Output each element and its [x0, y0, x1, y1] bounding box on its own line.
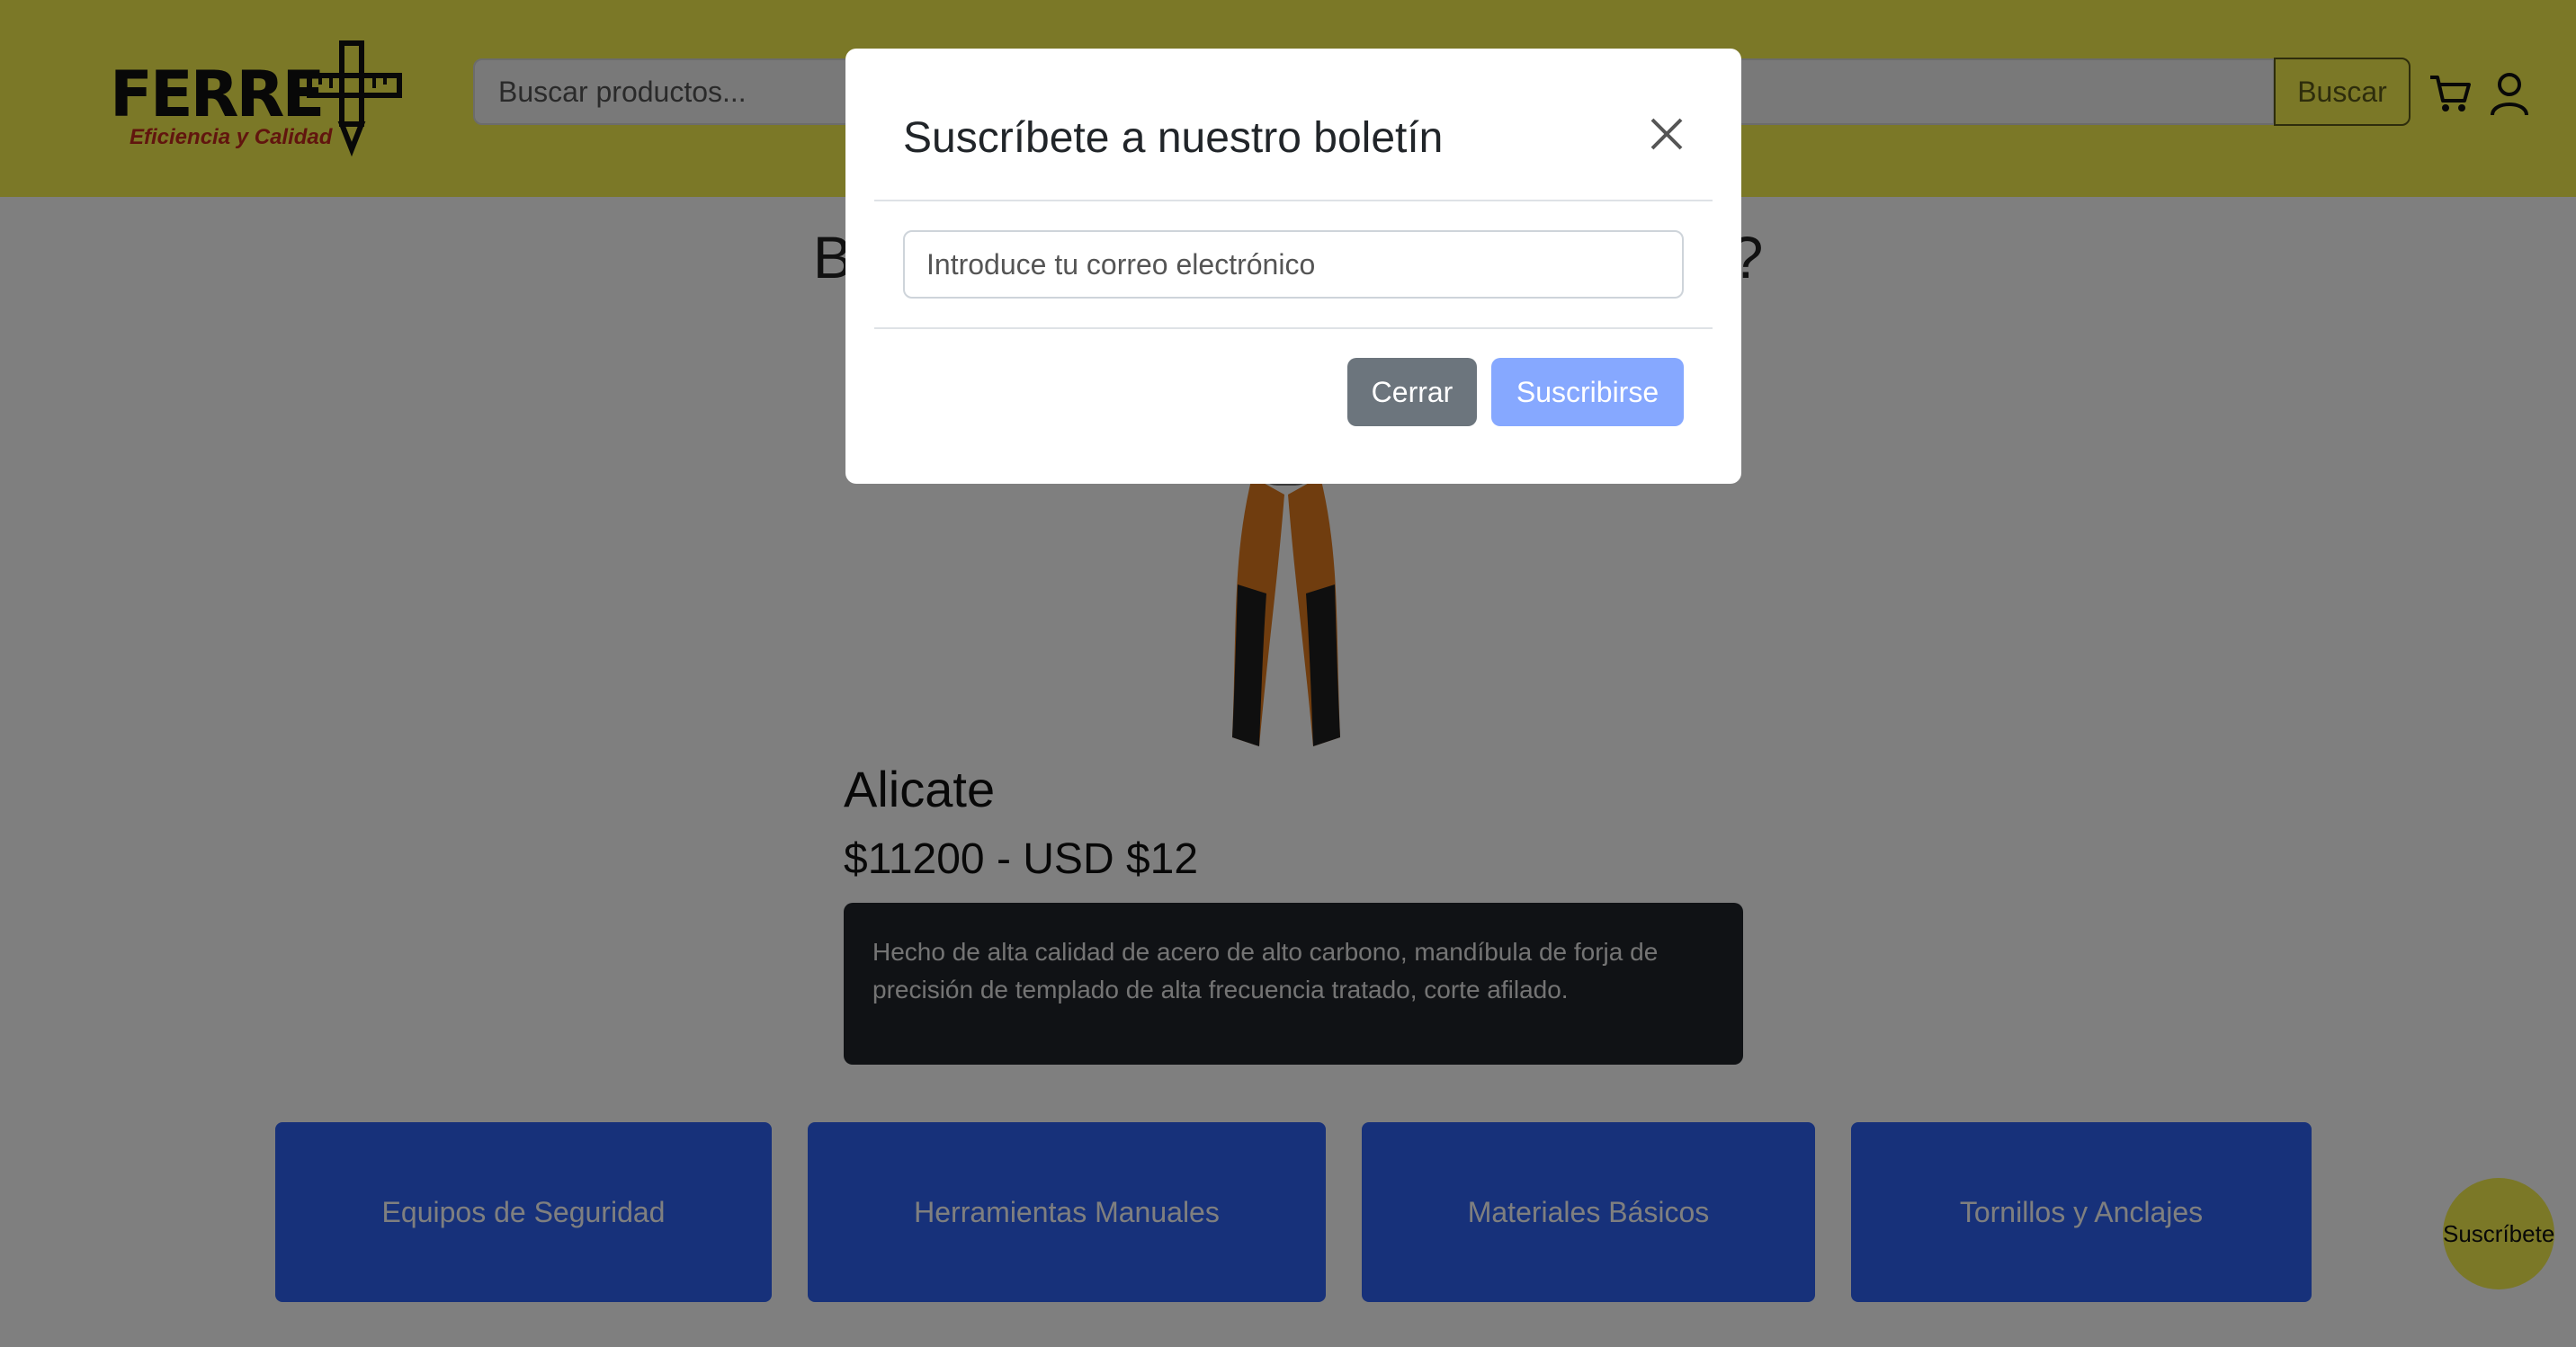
modal-title: Suscríbete a nuestro boletín	[903, 114, 1444, 162]
close-button[interactable]: Cerrar	[1347, 358, 1477, 426]
modal-divider	[874, 200, 1713, 201]
subscribe-button[interactable]: Suscribirse	[1491, 358, 1684, 426]
newsletter-modal: Suscríbete a nuestro boletín Introduce t…	[845, 49, 1741, 484]
modal-divider	[874, 327, 1713, 329]
email-field[interactable]: Introduce tu correo electrónico	[903, 230, 1684, 299]
close-icon[interactable]	[1650, 117, 1684, 151]
